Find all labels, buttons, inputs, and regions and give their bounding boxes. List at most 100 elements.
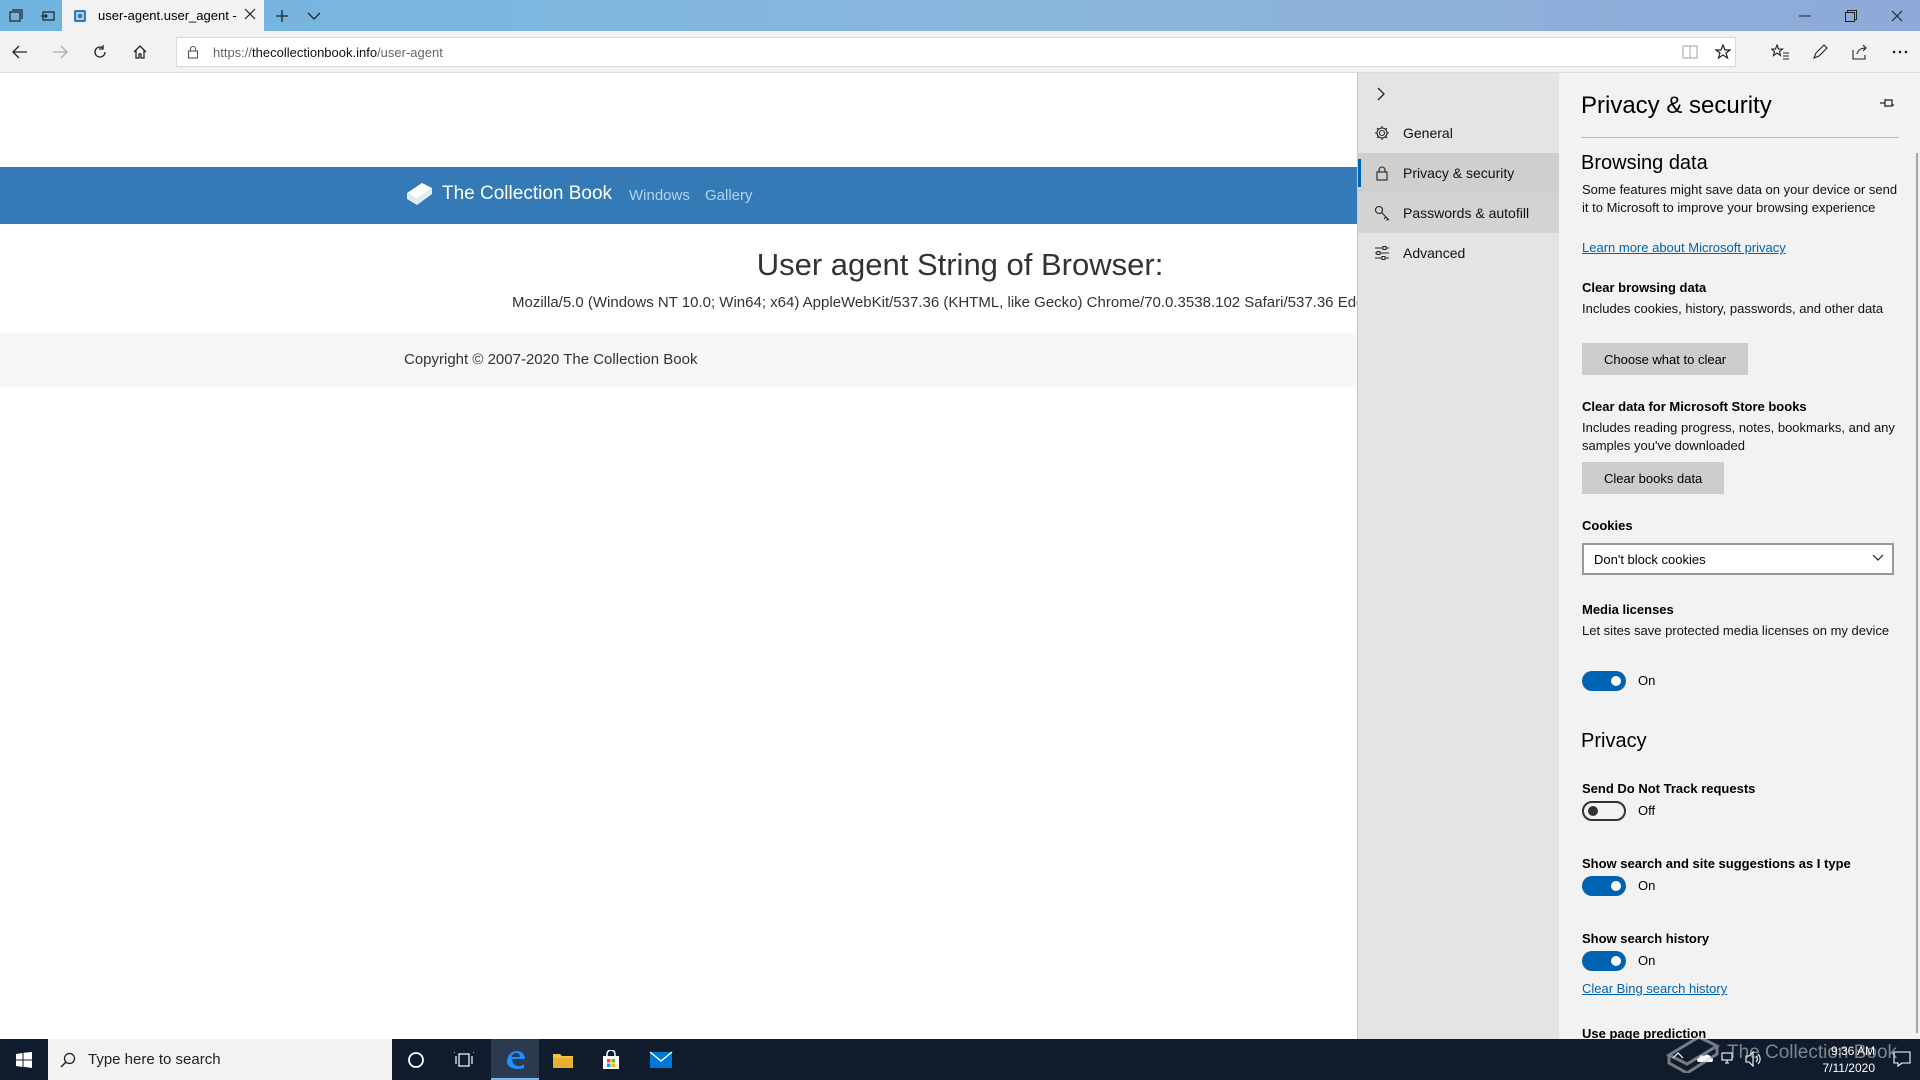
media-licenses-state: On (1638, 673, 1656, 688)
copyright-text: Copyright © 2007-2020 The Collection Boo… (404, 351, 698, 368)
close-icon (1891, 10, 1903, 21)
settings-panel: Privacy & security Browsing data Some fe… (1559, 73, 1920, 1039)
key-icon (1373, 205, 1391, 221)
settings-nav-advanced[interactable]: Advanced (1358, 233, 1560, 273)
forward-button[interactable] (40, 36, 80, 68)
cookies-label: Cookies (1582, 518, 1633, 533)
address-bar[interactable]: https://thecollectionbook.info/user-agen… (176, 37, 1736, 67)
close-window-button[interactable] (1874, 0, 1920, 31)
media-licenses-label: Media licenses (1582, 602, 1674, 617)
page-heading: User agent String of Browser: (756, 247, 1164, 282)
watermark-text: The Collection Book (1727, 1042, 1898, 1063)
search-history-state: On (1638, 953, 1656, 968)
site-footer: Copyright © 2007-2020 The Collection Boo… (0, 333, 1357, 387)
new-tab-button[interactable] (266, 0, 298, 31)
more-button[interactable] (1880, 36, 1920, 68)
notes-button[interactable] (1800, 36, 1840, 68)
tab-title: user-agent.user_agent - (98, 8, 237, 23)
pen-icon (1813, 44, 1828, 59)
settings-nav-label: Privacy & security (1403, 165, 1515, 181)
navigation-bar: https://thecollectionbook.info/user-agen… (0, 31, 1920, 73)
taskbar-search[interactable]: Type here to search (48, 1039, 392, 1080)
lock-icon[interactable] (187, 45, 199, 59)
task-view-button[interactable] (440, 1039, 488, 1080)
suggestions-label: Show search and site suggestions as I ty… (1582, 856, 1851, 871)
cookies-select[interactable]: Don't block cookies (1582, 543, 1894, 575)
site-nav-gallery[interactable]: Gallery (705, 187, 753, 204)
windows-logo-icon (16, 1051, 32, 1068)
home-icon (133, 45, 147, 59)
plus-icon (276, 9, 288, 22)
favorites-list-icon (1771, 44, 1789, 60)
tab-set-aside-icon[interactable] (0, 0, 32, 31)
toggle-knob (1611, 676, 1621, 686)
tab-preview-chevron[interactable] (298, 0, 330, 31)
cortana-circle-icon (408, 1051, 424, 1068)
add-favorite-button[interactable] (1703, 36, 1743, 68)
media-licenses-desc: Let sites save protected media licenses … (1582, 623, 1890, 638)
settings-nav-passwords[interactable]: Passwords & autofill (1358, 193, 1560, 233)
taskbar-mail[interactable] (637, 1039, 685, 1080)
chevron-down-icon (307, 12, 321, 20)
tab-user-agent[interactable]: user-agent.user_agent - (62, 0, 264, 31)
watermark: The Collection Book (1665, 1033, 1897, 1073)
taskbar-store[interactable] (587, 1039, 635, 1080)
taskbar-edge[interactable] (491, 1039, 539, 1080)
user-agent-string: Mozilla/5.0 (Windows NT 10.0; Win64; x64… (512, 294, 1357, 311)
browsing-data-desc: Some features might save data on your de… (1582, 182, 1898, 215)
tabs-aside-icon[interactable] (32, 0, 64, 31)
taskbar-file-explorer[interactable] (539, 1039, 587, 1080)
minimize-button[interactable] (1782, 0, 1828, 31)
taskbar: Type here to search 9:36 AM 7/11/2020 (0, 1039, 1920, 1080)
settings-nav-general[interactable]: General (1358, 113, 1560, 153)
back-arrow-icon (12, 45, 27, 59)
dnt-toggle[interactable] (1582, 801, 1626, 821)
scrollbar[interactable] (1916, 153, 1918, 1033)
share-icon (1852, 44, 1867, 60)
web-page: The Collection Book Windows Gallery User… (0, 73, 1357, 1039)
star-icon (1715, 44, 1731, 60)
divider (1581, 137, 1899, 138)
settings-nav-privacy[interactable]: Privacy & security (1358, 153, 1560, 193)
restore-button[interactable] (1828, 0, 1874, 31)
clear-books-desc: Includes reading progress, notes, bookma… (1582, 420, 1895, 453)
folder-icon (553, 1053, 573, 1068)
browsing-data-heading: Browsing data (1581, 152, 1708, 174)
gear-icon (1373, 125, 1391, 141)
chevron-right-icon[interactable] (1376, 87, 1386, 101)
search-icon (60, 1052, 76, 1068)
favicon-book-icon (74, 9, 86, 22)
site-logo[interactable]: The Collection Book (404, 181, 612, 207)
search-history-label: Show search history (1582, 931, 1710, 946)
pin-icon[interactable] (1879, 97, 1895, 109)
clear-books-label: Clear data for Microsoft Store books (1582, 399, 1807, 414)
suggestions-state: On (1638, 878, 1656, 893)
start-button[interactable] (0, 1039, 48, 1080)
refresh-button[interactable] (80, 36, 120, 68)
toggle-knob (1588, 806, 1598, 816)
edge-icon (507, 1050, 525, 1069)
chevron-down-icon (1872, 554, 1884, 562)
forward-arrow-icon (53, 45, 68, 59)
toggle-knob (1611, 881, 1621, 891)
toggle-knob (1611, 956, 1621, 966)
microsoft-privacy-link[interactable]: Learn more about Microsoft privacy (1582, 240, 1786, 255)
restore-icon (1845, 9, 1857, 22)
settings-nav-label: Passwords & autofill (1403, 205, 1530, 221)
settings-nav: General Privacy & security Passwords & a… (1357, 73, 1560, 1039)
share-button[interactable] (1840, 36, 1880, 68)
media-licenses-toggle[interactable] (1582, 671, 1626, 691)
site-nav-windows[interactable]: Windows (629, 187, 690, 204)
clear-books-button[interactable]: Clear books data (1582, 462, 1725, 494)
clear-browsing-label: Clear browsing data (1582, 280, 1707, 295)
cortana-button[interactable] (392, 1039, 440, 1080)
search-history-toggle[interactable] (1582, 951, 1626, 971)
clear-bing-history-link[interactable]: Clear Bing search history (1582, 981, 1727, 996)
suggestions-toggle[interactable] (1582, 876, 1626, 896)
back-button[interactable] (0, 36, 40, 68)
close-tab-icon[interactable] (244, 8, 256, 20)
choose-what-to-clear-button[interactable]: Choose what to clear (1582, 343, 1749, 375)
favorites-button[interactable] (1760, 36, 1800, 68)
home-button[interactable] (120, 36, 160, 68)
url-text: https://thecollectionbook.info/user-agen… (213, 45, 443, 60)
